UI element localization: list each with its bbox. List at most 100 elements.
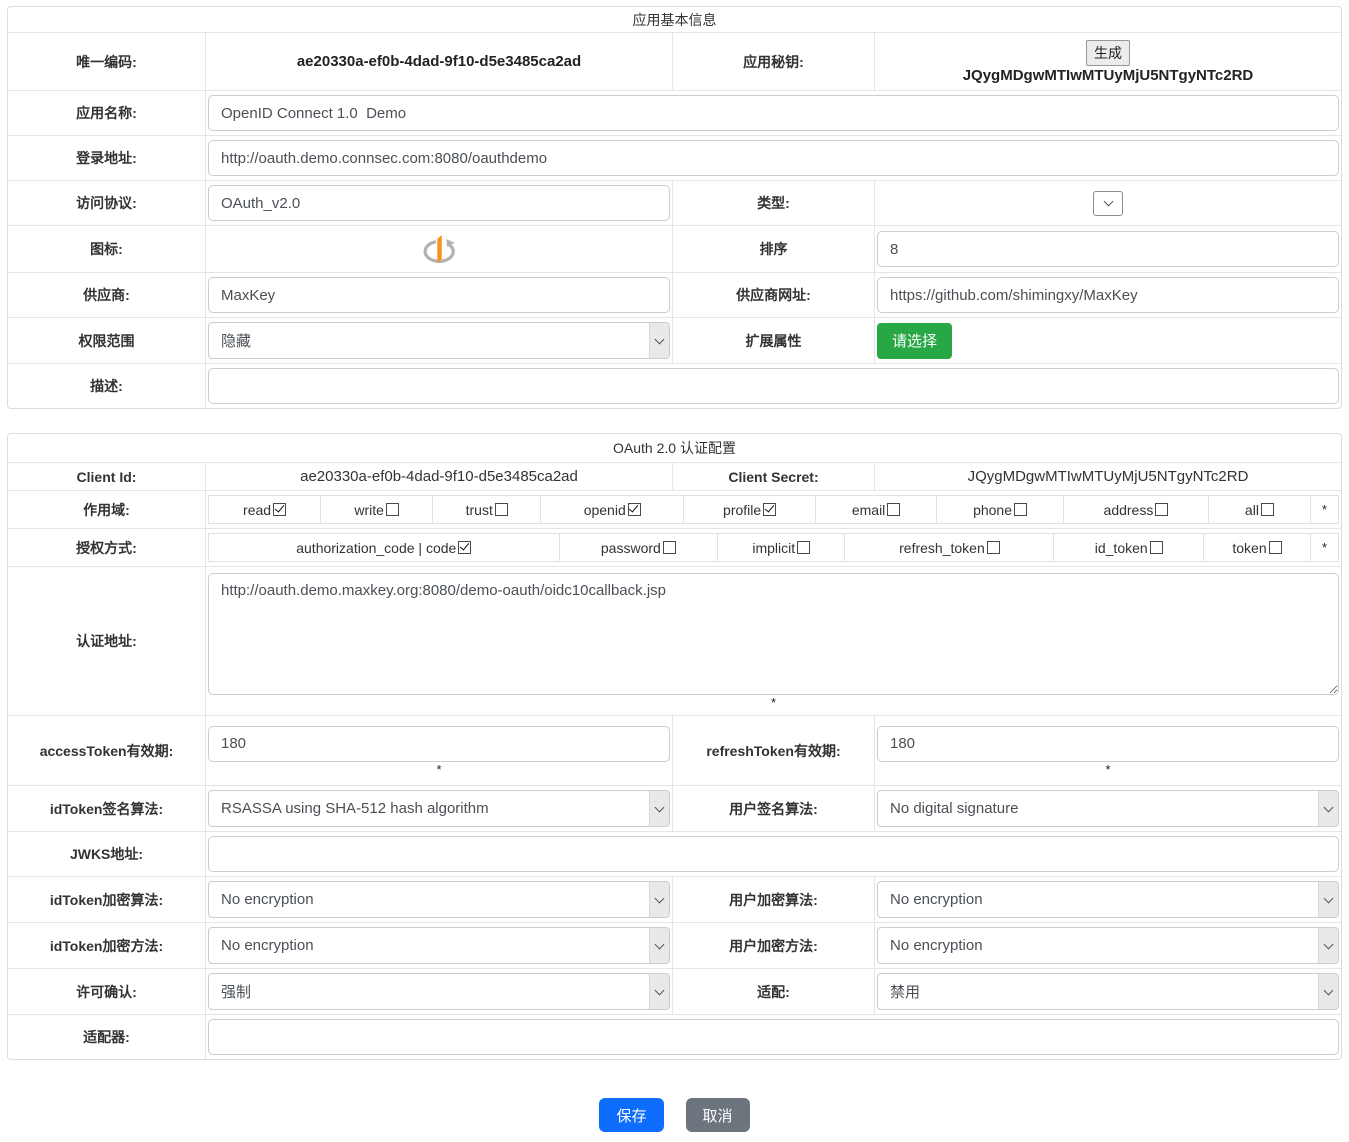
id-token-sign-cell: RSASSA using SHA-512 hash algorithm bbox=[206, 786, 672, 831]
checkbox[interactable] bbox=[386, 503, 399, 516]
checkbox[interactable] bbox=[1150, 541, 1163, 554]
scope-options: read writetrustopenidprofile email phoneadd… bbox=[208, 495, 1339, 524]
checkbox-option[interactable]: all bbox=[1209, 496, 1311, 523]
sort-input[interactable] bbox=[877, 231, 1339, 267]
approval-label: 许可确认: bbox=[8, 969, 206, 1014]
select-arrow-area bbox=[1318, 974, 1338, 1009]
vendor-url-cell bbox=[875, 273, 1341, 317]
checkbox[interactable] bbox=[495, 503, 508, 516]
checkbox-option[interactable]: profile bbox=[684, 496, 816, 523]
app-name-label: 应用名称: bbox=[8, 91, 206, 135]
vendor-url-input[interactable] bbox=[877, 277, 1339, 313]
checkbox[interactable] bbox=[628, 503, 641, 516]
chevron-down-icon bbox=[1103, 197, 1113, 207]
chevron-down-icon bbox=[655, 939, 665, 949]
user-sign-select[interactable]: No digital signature bbox=[877, 790, 1339, 827]
checkbox-option[interactable]: address bbox=[1064, 496, 1209, 523]
select-arrow-area bbox=[649, 928, 669, 963]
checkbox-option[interactable]: refresh_token bbox=[845, 534, 1054, 561]
user-enc-alg-value: No encryption bbox=[878, 891, 983, 908]
row-jwks: JWKS地址: bbox=[8, 831, 1341, 876]
checkbox[interactable] bbox=[763, 503, 776, 516]
generate-secret-button[interactable]: 生成 bbox=[1086, 40, 1130, 66]
checkbox[interactable] bbox=[458, 541, 471, 554]
client-id-value: ae20330a-ef0b-4dad-9f10-d5e3485ca2ad bbox=[300, 468, 578, 485]
checkbox-option[interactable]: implicit bbox=[718, 534, 845, 561]
openid-logo-icon bbox=[420, 230, 458, 268]
description-input[interactable] bbox=[208, 368, 1339, 404]
access-token-input[interactable] bbox=[208, 726, 670, 762]
select-arrow-area bbox=[1318, 928, 1338, 963]
category-select[interactable] bbox=[1093, 191, 1123, 216]
checkbox-option[interactable]: email bbox=[816, 496, 937, 523]
client-id-label: Client Id: bbox=[8, 463, 206, 490]
row-icon-sort: 图标: 排序 bbox=[8, 225, 1341, 272]
adapter-switch-select[interactable]: 禁用 bbox=[877, 973, 1339, 1010]
user-enc-alg-select[interactable]: No encryption bbox=[877, 881, 1339, 918]
checkbox-option-label: email bbox=[852, 502, 885, 518]
row-encryption-algorithms: idToken加密算法: No encryption 用户加密算法: No en… bbox=[8, 876, 1341, 922]
ext-attr-cell: 请选择 bbox=[875, 318, 1341, 363]
id-token-enc-alg-select[interactable]: No encryption bbox=[208, 881, 670, 918]
checkbox-option[interactable]: token bbox=[1204, 534, 1311, 561]
protocol-input[interactable] bbox=[208, 185, 670, 221]
user-enc-method-select[interactable]: No encryption bbox=[877, 927, 1339, 964]
id-token-enc-alg-label: idToken加密算法: bbox=[8, 877, 206, 922]
checkbox[interactable] bbox=[887, 503, 900, 516]
refresh-token-input[interactable] bbox=[877, 726, 1339, 762]
checkbox[interactable] bbox=[987, 541, 1000, 554]
user-sign-value: No digital signature bbox=[878, 800, 1018, 817]
checkbox[interactable] bbox=[1155, 503, 1168, 516]
row-grants: 授权方式: authorization_code | codepasswordi… bbox=[8, 528, 1341, 566]
checkbox-option[interactable]: openid bbox=[541, 496, 684, 523]
row-token-validity: accessToken有效期: * refreshToken有效期: * bbox=[8, 715, 1341, 785]
adapter-switch-label: 适配: bbox=[672, 969, 875, 1014]
jwks-input[interactable] bbox=[208, 836, 1339, 872]
required-mark: * bbox=[1311, 496, 1338, 523]
login-url-input[interactable] bbox=[208, 140, 1339, 176]
checkbox-option[interactable]: phone bbox=[937, 496, 1064, 523]
checkbox-option[interactable]: id_token bbox=[1054, 534, 1203, 561]
row-redirect-uri: 认证地址: http://oauth.demo.maxkey.org:8080/… bbox=[8, 566, 1341, 715]
checkbox[interactable] bbox=[273, 503, 286, 516]
save-button[interactable]: 保存 bbox=[599, 1098, 663, 1132]
checkbox[interactable] bbox=[797, 541, 810, 554]
row-vendor: 供应商: 供应商网址: bbox=[8, 272, 1341, 317]
row-description: 描述: bbox=[8, 363, 1341, 408]
select-arrow-area bbox=[649, 323, 669, 358]
checkbox-option[interactable]: authorization_code | code bbox=[209, 534, 560, 561]
id-token-enc-method-select[interactable]: No encryption bbox=[208, 927, 670, 964]
ext-attr-select-button[interactable]: 请选择 bbox=[877, 323, 952, 359]
approval-select[interactable]: 强制 bbox=[208, 973, 670, 1010]
checkbox-option[interactable]: trust bbox=[433, 496, 541, 523]
visibility-select[interactable]: 隐藏 bbox=[208, 322, 670, 359]
ext-attr-label: 扩展属性 bbox=[672, 318, 875, 363]
protocol-label: 访问协议: bbox=[8, 181, 206, 225]
chevron-down-icon bbox=[1324, 893, 1334, 903]
checkbox[interactable] bbox=[1261, 503, 1274, 516]
id-token-sign-label: idToken签名算法: bbox=[8, 786, 206, 831]
redirect-uri-textarea[interactable]: http://oauth.demo.maxkey.org:8080/demo-o… bbox=[208, 573, 1339, 695]
adapter-input[interactable] bbox=[208, 1019, 1339, 1055]
app-name-input[interactable] bbox=[208, 95, 1339, 131]
app-id-label: 唯一编码: bbox=[8, 33, 206, 90]
row-encryption-methods: idToken加密方法: No encryption 用户加密方法: No en… bbox=[8, 922, 1341, 968]
app-secret-cell: 生成 JQygMDgwMTIwMTUyMjU5NTgyNTc2RD bbox=[875, 33, 1341, 90]
checkbox-option[interactable]: write bbox=[321, 496, 433, 523]
row-adapter: 适配器: bbox=[8, 1014, 1341, 1059]
select-arrow-area bbox=[1318, 882, 1338, 917]
id-token-sign-value: RSASSA using SHA-512 hash algorithm bbox=[209, 800, 489, 817]
vendor-input[interactable] bbox=[208, 277, 670, 313]
checkbox-option[interactable]: read bbox=[209, 496, 321, 523]
checkbox-option-label: read bbox=[243, 502, 271, 518]
select-arrow-area bbox=[649, 791, 669, 826]
checkbox[interactable] bbox=[1014, 503, 1027, 516]
checkbox[interactable] bbox=[1269, 541, 1282, 554]
id-token-sign-select[interactable]: RSASSA using SHA-512 hash algorithm bbox=[208, 790, 670, 827]
user-enc-method-label: 用户加密方法: bbox=[672, 923, 875, 968]
cancel-button[interactable]: 取消 bbox=[686, 1098, 750, 1132]
row-login-url: 登录地址: bbox=[8, 135, 1341, 180]
checkbox[interactable] bbox=[663, 541, 676, 554]
grant-options: authorization_code | codepasswordimplici… bbox=[208, 533, 1339, 562]
checkbox-option[interactable]: password bbox=[560, 534, 719, 561]
